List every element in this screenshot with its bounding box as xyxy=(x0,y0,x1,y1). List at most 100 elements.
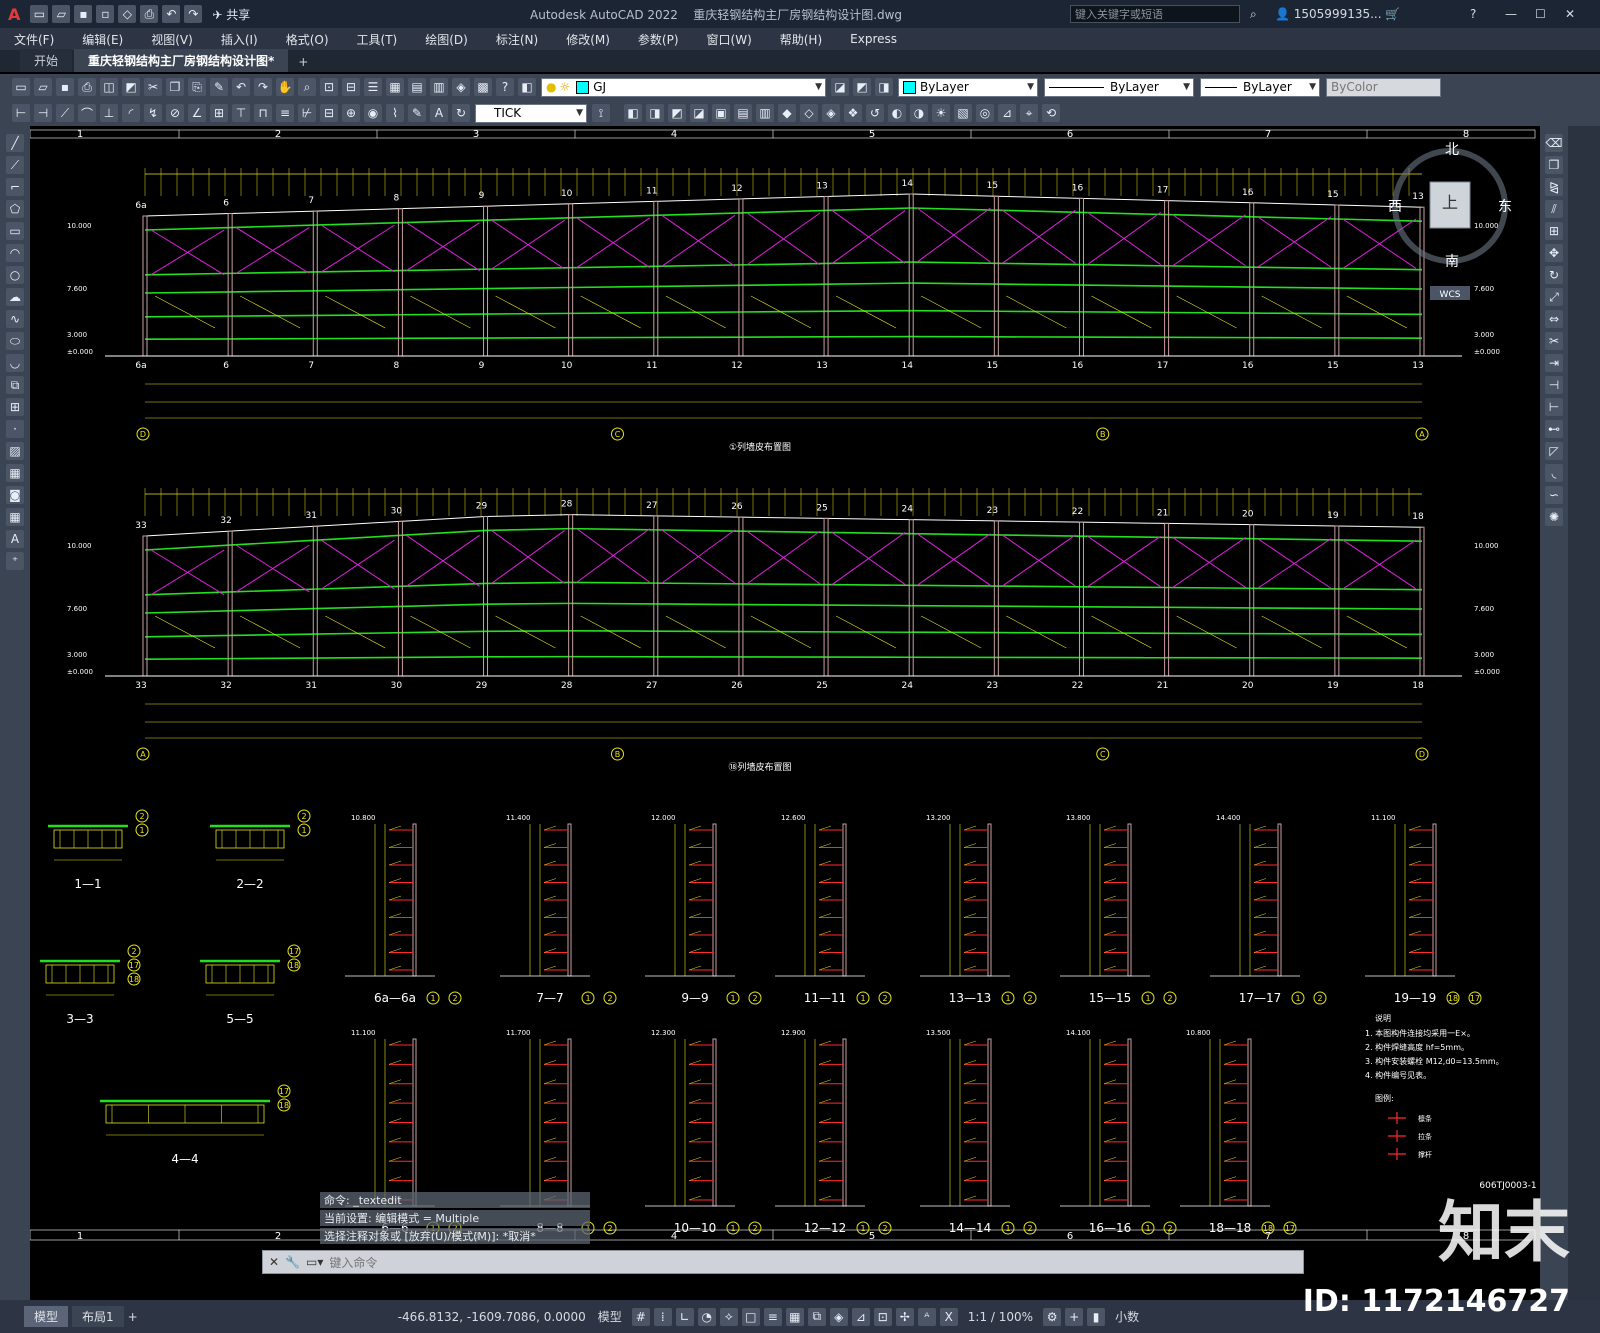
aligned-dim-icon[interactable]: ⟋ xyxy=(56,104,74,122)
maximize-button[interactable]: ☐ xyxy=(1535,7,1546,21)
wrench-icon[interactable]: 🔧 xyxy=(285,1255,300,1269)
mtext-icon[interactable]: A xyxy=(6,530,24,548)
view-right-icon[interactable]: ◪ xyxy=(690,104,708,122)
quick-dimension-icon[interactable]: ⊞ xyxy=(210,104,228,122)
view-se-icon[interactable]: ◇ xyxy=(800,104,818,122)
menu-view[interactable]: 视图(V) xyxy=(151,31,193,48)
menu-help[interactable]: 帮助(H) xyxy=(780,31,822,48)
units-icon[interactable]: ▮ xyxy=(1087,1307,1106,1326)
ucs-prev-icon[interactable]: ⟲ xyxy=(1042,104,1060,122)
osnap-icon[interactable]: □ xyxy=(741,1307,760,1326)
help-icon[interactable]: ? xyxy=(496,78,514,96)
isodraft-icon[interactable]: ⟡ xyxy=(719,1307,738,1326)
view-sw-icon[interactable]: ◆ xyxy=(778,104,796,122)
model-space-button[interactable]: 模型 xyxy=(598,1308,622,1325)
layer-combo[interactable]: ● ☼ GJ ▼ xyxy=(541,77,826,97)
ucs-icon[interactable]: ⊿ xyxy=(998,104,1016,122)
break-icon[interactable]: ⊢ xyxy=(1545,398,1563,416)
share-button[interactable]: ✈ 共享 xyxy=(212,6,250,23)
break-point-icon[interactable]: ⊣ xyxy=(1545,376,1563,394)
erase-icon[interactable]: ⌫ xyxy=(1545,134,1563,152)
menu-tools[interactable]: 工具(T) xyxy=(357,31,398,48)
view-bottom-icon[interactable]: ▤ xyxy=(734,104,752,122)
zoom-icon[interactable]: ⌕ xyxy=(298,78,316,96)
plot-icon[interactable]: ⎙ xyxy=(140,5,159,23)
hatch-icon[interactable]: ▨ xyxy=(6,442,24,460)
gizmo-icon[interactable]: ✢ xyxy=(895,1307,914,1326)
lineweight-icon[interactable]: ≡ xyxy=(763,1307,782,1326)
copy-icon[interactable]: ❐ xyxy=(166,78,184,96)
menu-dimension[interactable]: 标注(N) xyxy=(496,31,538,48)
annotation-visibility-icon[interactable]: ᴬ xyxy=(917,1307,936,1326)
print-icon[interactable]: ⎙ xyxy=(78,78,96,96)
circle-icon[interactable]: ○ xyxy=(6,266,24,284)
construction-line-icon[interactable]: ⟋ xyxy=(6,156,24,174)
rectangle-icon[interactable]: ▭ xyxy=(6,222,24,240)
saveas-icon[interactable]: ▫ xyxy=(96,5,115,23)
dim-space-icon[interactable]: ≡ xyxy=(276,104,294,122)
toolpalette-icon[interactable]: ▤ xyxy=(408,78,426,96)
menu-insert[interactable]: 插入(I) xyxy=(221,31,258,48)
layer-state-icon[interactable]: ◨ xyxy=(875,78,893,96)
redo-icon[interactable]: ↷ xyxy=(184,5,203,23)
save-icon[interactable]: ▪ xyxy=(56,78,74,96)
center-mark-icon[interactable]: ⊕ xyxy=(342,104,360,122)
arc-length-icon[interactable]: ⌒ xyxy=(78,104,96,122)
camera-icon[interactable]: ◎ xyxy=(976,104,994,122)
open-icon[interactable]: ▱ xyxy=(52,5,71,23)
linear-dim-icon[interactable]: ⊣ xyxy=(34,104,52,122)
color-combo[interactable]: ByLayer ▼ xyxy=(898,77,1038,97)
ucs-world-icon[interactable]: ⌖ xyxy=(1020,104,1038,122)
gradient-icon[interactable]: ▦ xyxy=(6,464,24,482)
revcloud-icon[interactable]: ☁ xyxy=(6,288,24,306)
dim-update-icon[interactable]: ↻ xyxy=(452,104,470,122)
ellipse-arc-icon[interactable]: ◡ xyxy=(6,354,24,372)
snap-icon[interactable]: ⁞ xyxy=(653,1307,672,1326)
point-icon[interactable]: · xyxy=(6,420,24,438)
material-icon[interactable]: ▧ xyxy=(954,104,972,122)
menu-format[interactable]: 格式(O) xyxy=(286,31,329,48)
polygon-icon[interactable]: ⬠ xyxy=(6,200,24,218)
dimstyle-icon[interactable]: ⟟ xyxy=(592,104,610,122)
polyline-icon[interactable]: ⌐ xyxy=(6,178,24,196)
close-icon[interactable]: ✕ xyxy=(269,1255,279,1269)
add-layout-button[interactable]: + xyxy=(128,1310,138,1324)
tab-drawing[interactable]: 重庆轻钢结构主厂房钢结构设计图* xyxy=(74,49,289,72)
cut-icon[interactable]: ✂ xyxy=(144,78,162,96)
mirror-icon[interactable]: ⧎ xyxy=(1545,178,1563,196)
open-icon[interactable]: ▱ xyxy=(34,78,52,96)
view-front-icon[interactable]: ◨ xyxy=(646,104,664,122)
help-button[interactable]: ? xyxy=(1470,7,1476,21)
render-icon[interactable]: ◑ xyxy=(910,104,928,122)
vertical-scrollbar[interactable] xyxy=(1568,126,1600,1300)
menu-window[interactable]: 窗口(W) xyxy=(707,31,752,48)
drawing-canvas[interactable]: 1122334455667788 6a6a6677889910101111121… xyxy=(30,126,1540,1246)
properties-icon[interactable]: ☰ xyxy=(364,78,382,96)
array-icon[interactable]: ⊞ xyxy=(1545,222,1563,240)
3d-osnap-icon[interactable]: ◈ xyxy=(829,1307,848,1326)
selection-filter-icon[interactable]: ⊡ xyxy=(873,1307,892,1326)
line-icon[interactable]: ╱ xyxy=(6,134,24,152)
menu-file[interactable]: 文件(F) xyxy=(14,31,54,48)
make-block-icon[interactable]: ⊞ xyxy=(6,398,24,416)
transparency-icon[interactable]: ▦ xyxy=(785,1307,804,1326)
inspection-icon[interactable]: ◉ xyxy=(364,104,382,122)
ortho-icon[interactable]: ∟ xyxy=(675,1307,694,1326)
region-icon[interactable]: ◙ xyxy=(6,486,24,504)
blend-icon[interactable]: ∽ xyxy=(1545,486,1563,504)
cart-icon[interactable]: 🛒 xyxy=(1385,7,1400,21)
orbit-icon[interactable]: ↺ xyxy=(866,104,884,122)
save-icon[interactable]: ▪ xyxy=(74,5,93,23)
move-icon[interactable]: ✥ xyxy=(1545,244,1563,262)
markup-icon[interactable]: ◈ xyxy=(452,78,470,96)
dimstyle-combo[interactable]: TICK ▼ xyxy=(475,103,587,123)
add-selected-icon[interactable]: ⁺ xyxy=(6,552,24,570)
gear-icon[interactable]: ⚙ xyxy=(1043,1307,1062,1326)
annotation-scale[interactable]: 1:1 / 100% xyxy=(968,1310,1033,1324)
extend-icon[interactable]: ⇥ xyxy=(1545,354,1563,372)
lineweight-combo[interactable]: ByLayer ▼ xyxy=(1200,77,1320,97)
layer-previous-icon[interactable]: ◩ xyxy=(853,78,871,96)
tolerance-icon[interactable]: ⊟ xyxy=(320,104,338,122)
visual-style-icon[interactable]: ◐ xyxy=(888,104,906,122)
jogged-linear-icon[interactable]: ⌇ xyxy=(386,104,404,122)
